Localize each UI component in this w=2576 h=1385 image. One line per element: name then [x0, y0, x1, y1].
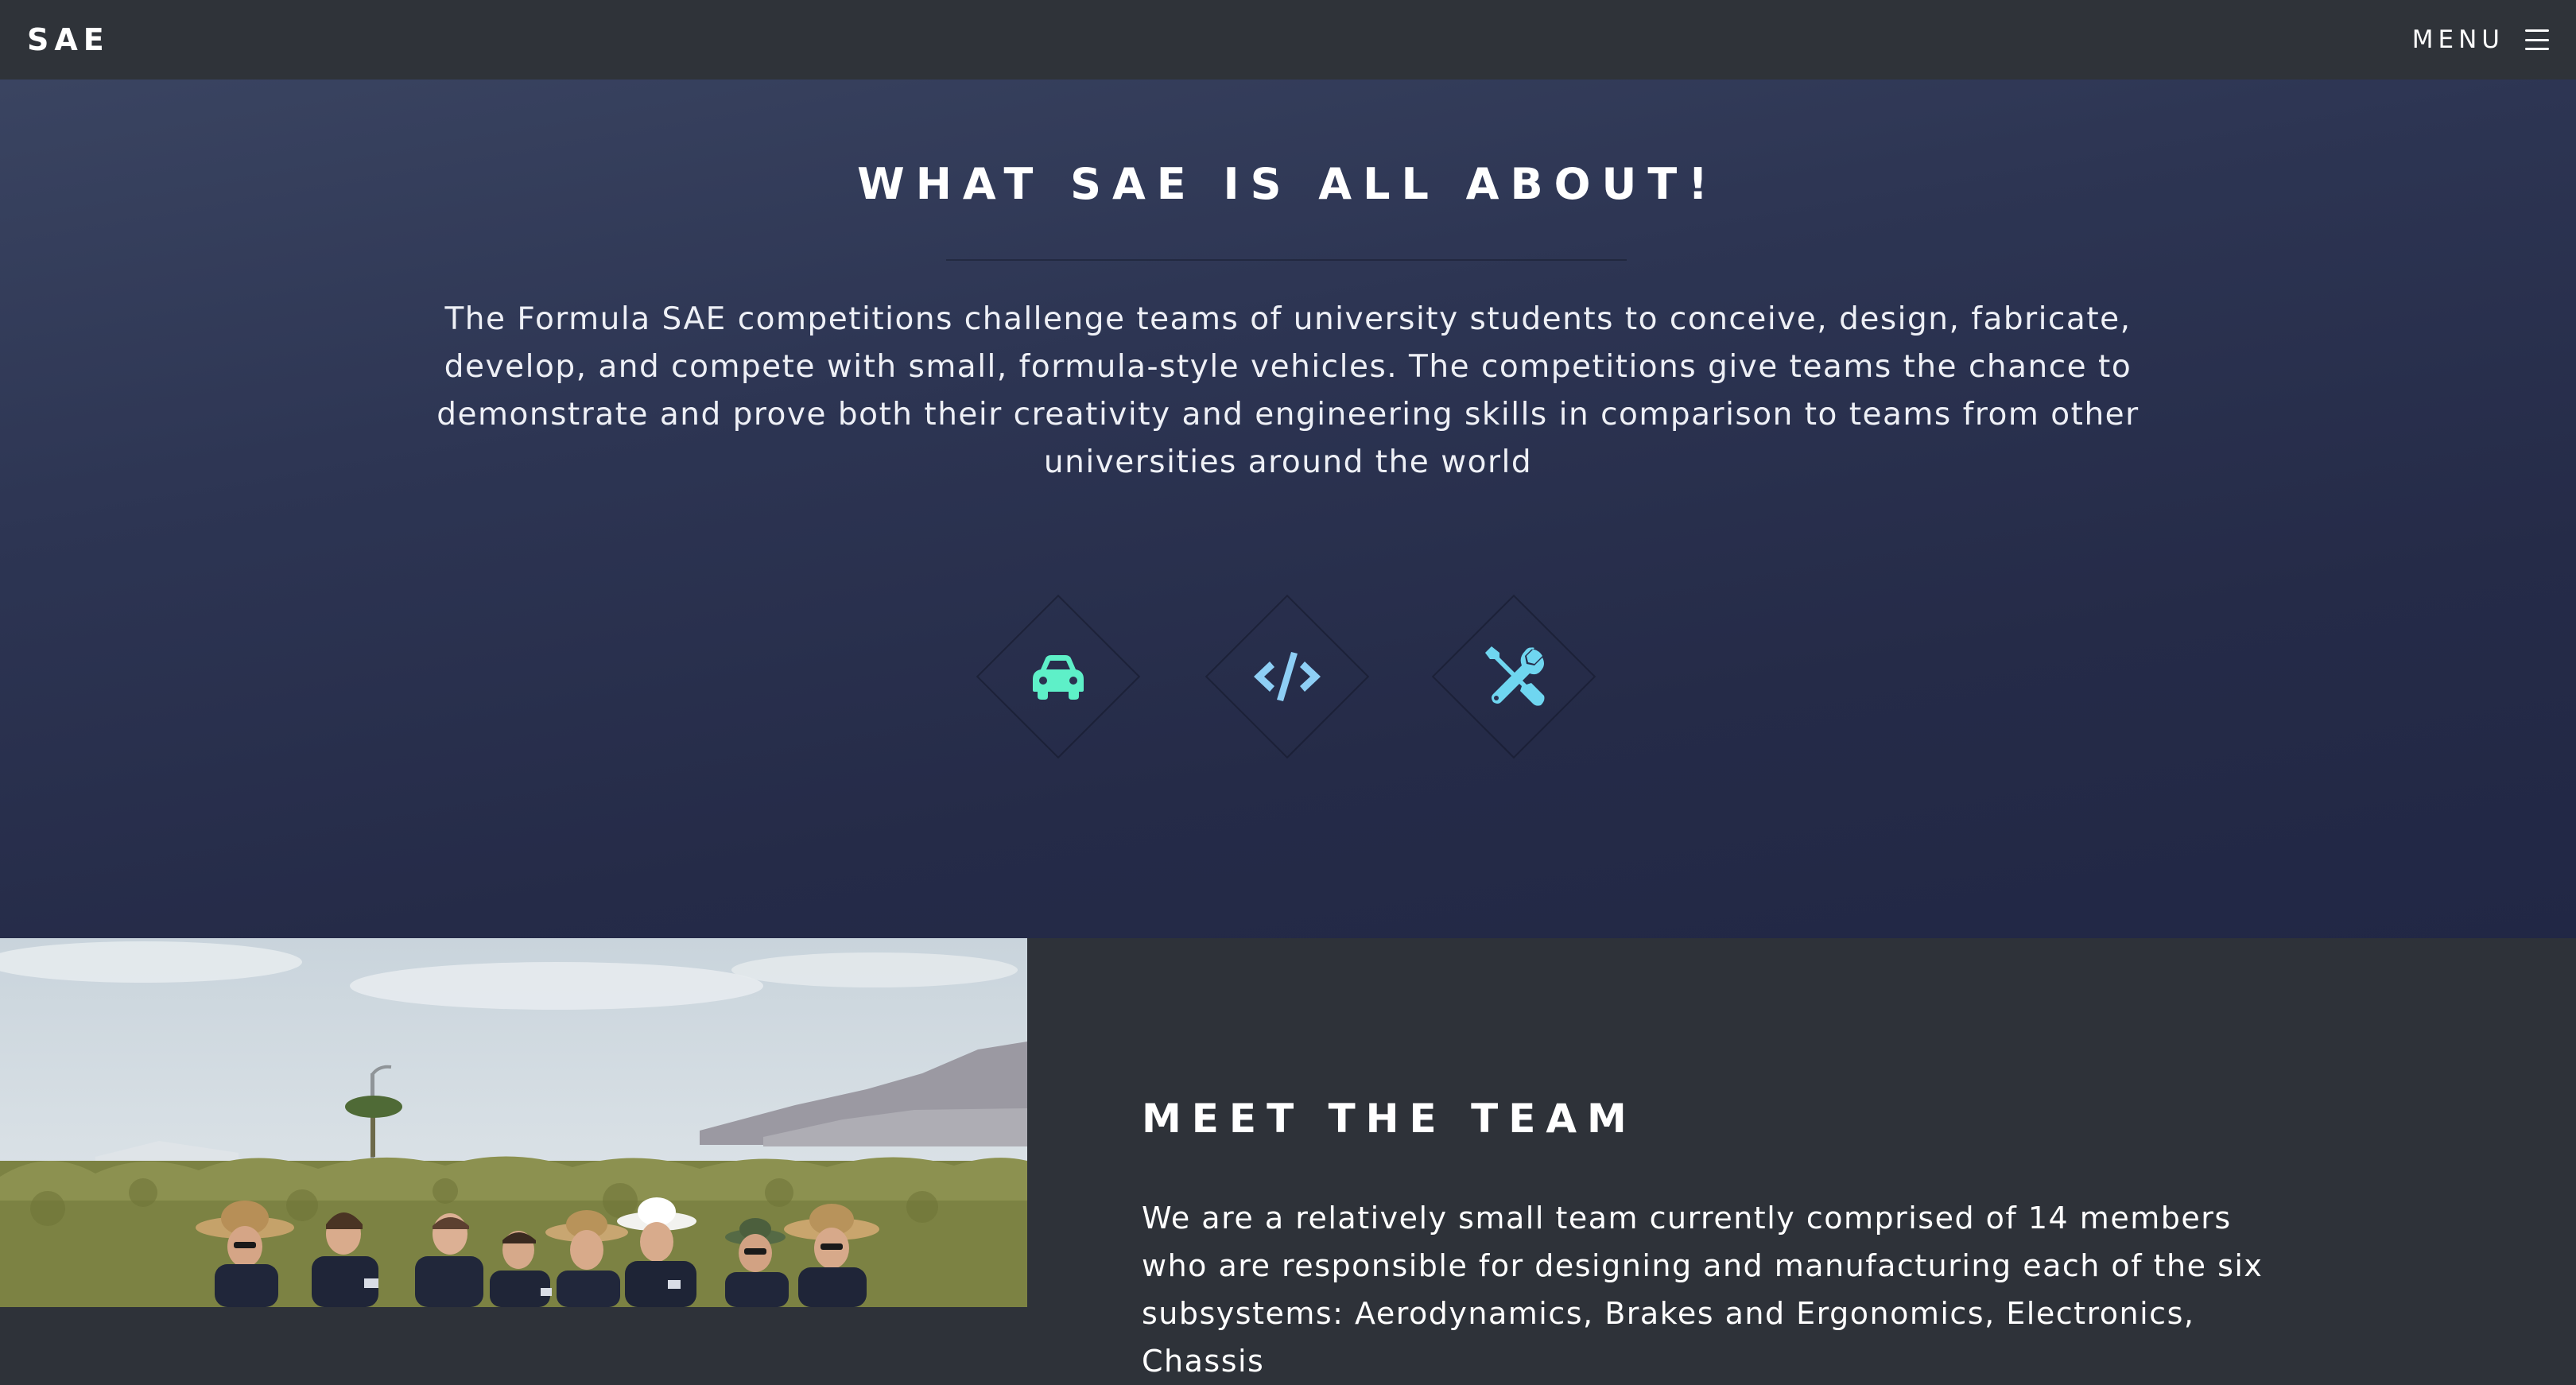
team-description: We are a relatively small team currently… [1142, 1201, 2264, 1379]
hamburger-icon [2525, 29, 2549, 50]
menu-button[interactable]: MENU [2412, 25, 2549, 54]
about-section: WHAT SAE IS ALL ABOUT! The Formula SAE c… [0, 80, 2576, 938]
site-logo[interactable]: SAE [27, 22, 110, 57]
feature-icons [0, 80, 2576, 938]
team-photo [0, 938, 1027, 1307]
team-heading: MEET THE TEAM [1142, 1096, 1637, 1142]
top-navbar: SAE MENU [0, 0, 2576, 80]
car-icon [1018, 637, 1098, 716]
tools-icon [1474, 637, 1554, 716]
team-section: MEET THE TEAM We are a relatively small … [0, 938, 2576, 1379]
menu-label: MENU [2411, 25, 2504, 54]
code-icon [1247, 637, 1327, 716]
